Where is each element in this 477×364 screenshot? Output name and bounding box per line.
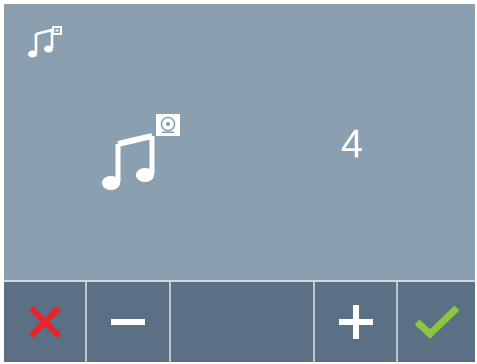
confirm-button[interactable]: [398, 282, 475, 362]
device-screen: 4: [4, 4, 475, 362]
increase-button[interactable]: [315, 282, 398, 362]
empty-toolbar-slot: [171, 282, 315, 362]
volume-value: 4: [340, 122, 364, 166]
decrease-button[interactable]: [87, 282, 171, 362]
red-x-icon: [28, 305, 61, 339]
plus-icon: [338, 305, 373, 339]
music-note-with-tone-badge-icon: [26, 26, 66, 62]
minus-icon: [111, 319, 145, 325]
music-note-with-speaker-badge-icon: [102, 114, 186, 194]
cancel-button[interactable]: [4, 282, 87, 362]
green-checkmark-icon: [414, 305, 459, 339]
volume-setting-panel: 4: [4, 4, 475, 280]
bottom-toolbar: [4, 280, 475, 362]
